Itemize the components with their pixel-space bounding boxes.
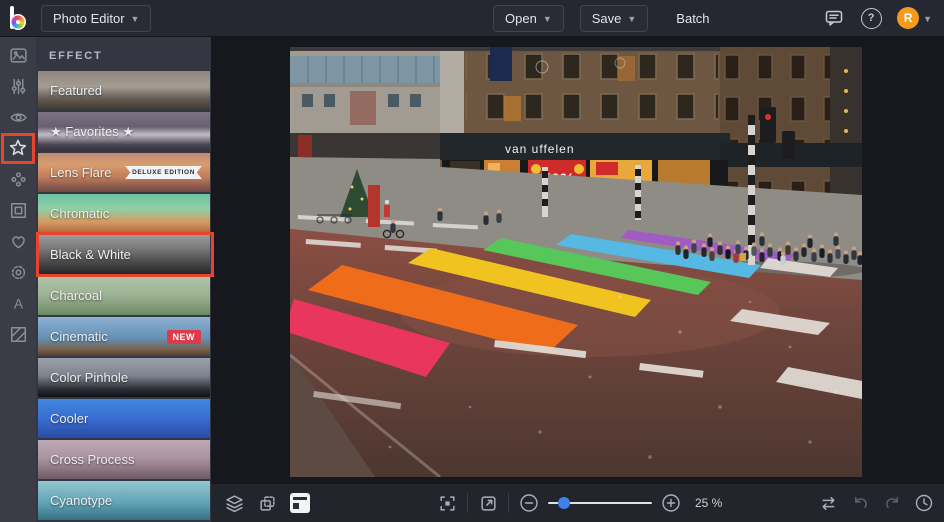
image-manager-icon[interactable] — [8, 45, 28, 65]
avatar[interactable]: R — [897, 7, 919, 29]
deluxe-edition-badge: DELUXE EDITION — [125, 166, 202, 179]
photo-editor-app: Photo Editor ▼ Open ▼ Save ▼ Batch — [0, 0, 944, 522]
street-photo: van uffelen 70% — [290, 47, 862, 477]
edit-sliders-icon[interactable] — [8, 76, 28, 96]
svg-text:van uffelen: van uffelen — [505, 142, 575, 156]
frames-icon[interactable] — [8, 200, 28, 220]
before-after-compare-icon[interactable] — [818, 493, 838, 513]
help-icon[interactable]: ? — [860, 7, 882, 29]
layout-panel-icon[interactable] — [290, 493, 310, 513]
effects-star-icon[interactable] — [8, 138, 28, 158]
fit-to-screen-icon[interactable] — [437, 493, 457, 513]
effect-tile-featured[interactable]: Featured — [38, 71, 210, 110]
effect-tile-cross-process[interactable]: Cross Process — [38, 440, 210, 479]
chevron-down-icon: ▼ — [543, 14, 552, 24]
bottom-toolbar: 25 % — [211, 483, 944, 522]
effect-tile-favorites[interactable]: ★ Favorites ★ — [38, 112, 210, 151]
effect-tile-chromatic[interactable]: Chromatic — [38, 194, 210, 233]
save-button[interactable]: Save ▼ — [580, 5, 649, 32]
history-clock-icon[interactable] — [914, 493, 934, 513]
zoom-level-label: 25 % — [695, 496, 722, 510]
effect-tile-color-pinhole[interactable]: Color Pinhole — [38, 358, 210, 397]
zoom-in-icon[interactable] — [661, 493, 681, 513]
fullscreen-preview-icon[interactable] — [478, 493, 498, 513]
duplicate-layers-icon[interactable] — [257, 493, 277, 513]
zoom-slider-knob[interactable] — [558, 497, 570, 509]
overlays-heart-icon[interactable] — [8, 231, 28, 251]
svg-text:A: A — [13, 296, 23, 311]
main-menu: Open ▼ Save ▼ Batch — [493, 0, 738, 36]
chevron-down-icon: ▼ — [131, 14, 140, 24]
effect-tile-cyanotype[interactable]: Cyanotype — [38, 481, 210, 520]
effect-tile-cinematic[interactable]: Cinematic NEW — [38, 317, 210, 356]
textures-icon[interactable] — [8, 324, 28, 344]
redo-icon[interactable] — [882, 493, 902, 513]
undo-icon[interactable] — [850, 493, 870, 513]
open-button[interactable]: Open ▼ — [493, 5, 564, 32]
app-switcher-button[interactable]: Photo Editor ▼ — [41, 5, 151, 32]
photo-canvas[interactable]: van uffelen 70% — [290, 47, 862, 477]
chevron-down-icon[interactable]: ▼ — [923, 14, 932, 24]
effect-tile-lens-flare[interactable]: Lens Flare DELUXE EDITION — [38, 153, 210, 192]
touchup-eye-icon[interactable] — [8, 107, 28, 127]
top-bar-right: ? R ▼ — [823, 0, 932, 36]
panel-title: EFFECT — [36, 36, 211, 71]
layers-icon[interactable] — [224, 493, 244, 513]
text-icon[interactable]: A — [8, 293, 28, 313]
effects-panel: EFFECT Featured ★ Favorites ★ Lens Flare… — [36, 36, 211, 522]
artsy-dots-icon[interactable] — [8, 169, 28, 189]
befunky-logo-icon[interactable] — [8, 5, 30, 31]
canvas-area: van uffelen 70% — [211, 36, 944, 483]
effect-tile-cooler[interactable]: Cooler — [38, 399, 210, 438]
graphics-badge-icon[interactable] — [8, 262, 28, 282]
zoom-slider[interactable] — [548, 502, 652, 504]
chevron-down-icon: ▼ — [627, 14, 636, 24]
tool-rail: A — [0, 36, 36, 522]
feedback-chat-icon[interactable] — [823, 7, 845, 29]
effect-tile-charcoal[interactable]: Charcoal — [38, 276, 210, 315]
effect-tile-black-and-white[interactable]: Black & White — [38, 235, 210, 274]
new-badge: NEW — [167, 330, 202, 344]
app-name: Photo Editor — [53, 11, 125, 26]
top-bar: Photo Editor ▼ Open ▼ Save ▼ Batch — [0, 0, 944, 37]
batch-button[interactable]: Batch — [664, 5, 721, 32]
zoom-out-icon[interactable] — [519, 493, 539, 513]
